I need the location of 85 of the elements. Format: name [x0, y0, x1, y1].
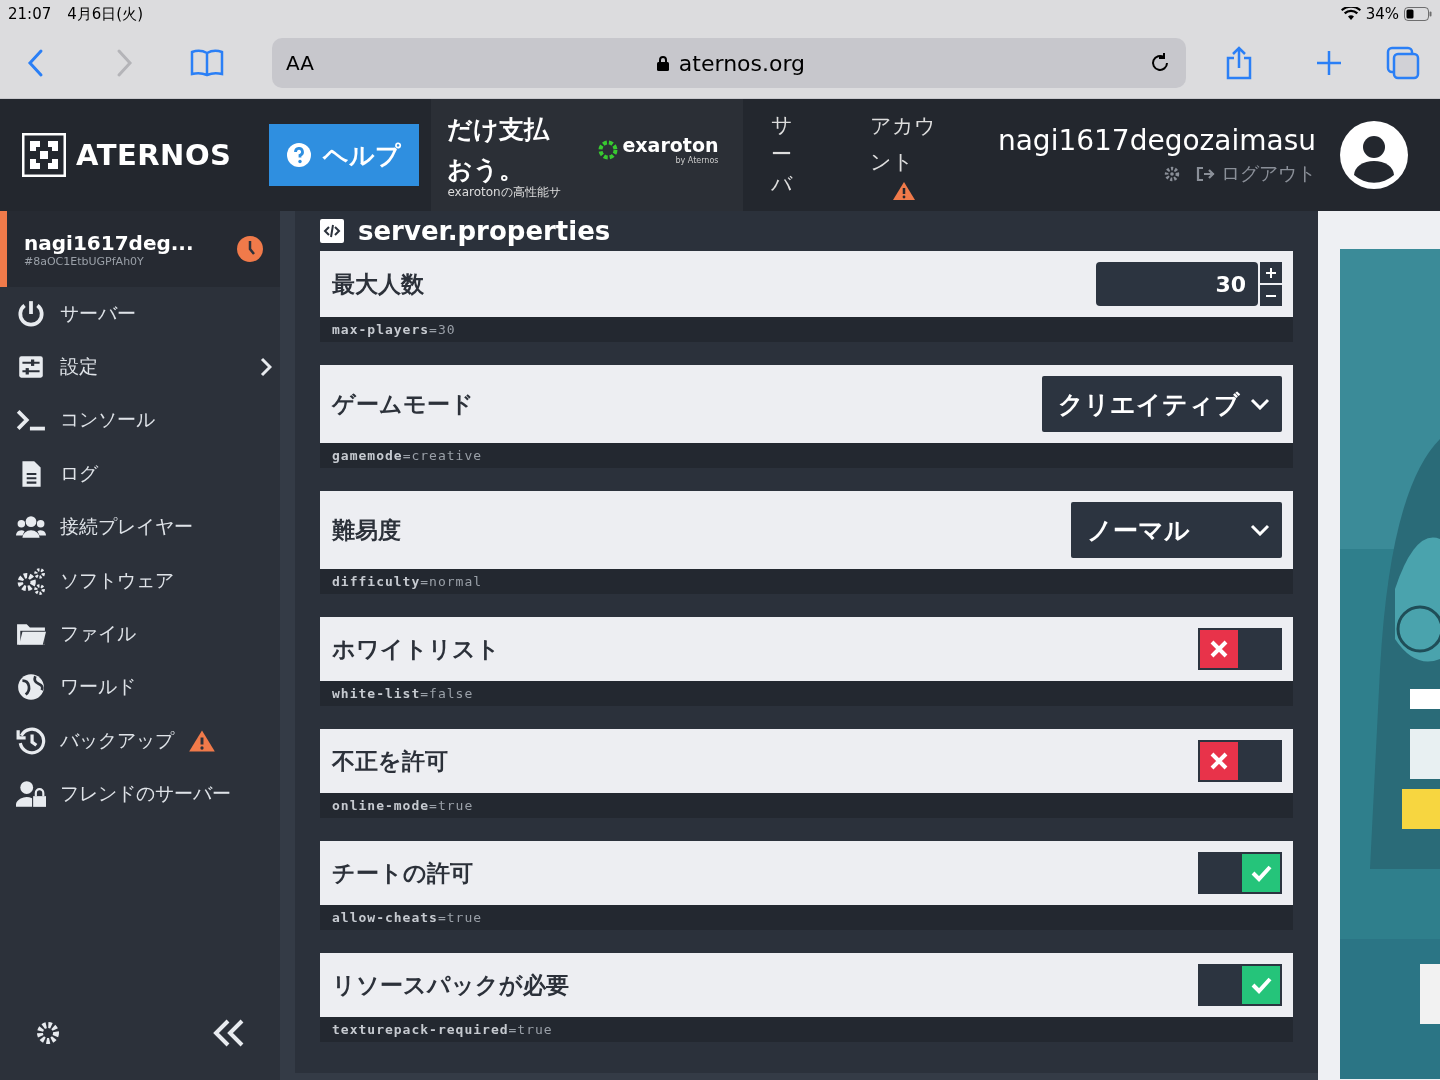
address-bar[interactable]: AA aternos.org — [272, 38, 1186, 88]
number-field[interactable]: 30 — [1096, 262, 1258, 306]
code-icon — [320, 219, 344, 243]
chevron-right-icon — [260, 357, 272, 378]
property-label: 最大人数 — [332, 269, 424, 299]
chevron-down-icon — [1250, 524, 1270, 536]
history-icon — [16, 725, 46, 756]
logout-link[interactable]: ログアウト — [1195, 160, 1316, 187]
logo-icon — [22, 133, 66, 177]
header-ad[interactable]: だけ支払おう。 exaroton by Aternos exarotonの高性能サ — [431, 99, 744, 211]
dropdown[interactable]: ノーマル — [1071, 502, 1282, 558]
sidebar-item[interactable]: ワールド — [0, 660, 280, 715]
ad-caption: exarotonの高性能サ — [447, 183, 562, 201]
wifi-icon — [1340, 7, 1361, 21]
property-key: allow-cheats=true — [320, 905, 1293, 930]
sidebar-item[interactable]: コンソール — [0, 393, 280, 448]
warning-icon — [188, 728, 216, 753]
plus-icon — [1265, 266, 1277, 279]
nav-link[interactable]: アカウント — [870, 109, 938, 181]
plus-icon[interactable] — [1316, 50, 1342, 76]
share-icon[interactable] — [1224, 46, 1254, 80]
logout-icon — [1195, 164, 1215, 183]
property-key: white-list=false — [320, 681, 1293, 706]
url-text: aternos.org — [678, 50, 806, 76]
question-icon — [287, 143, 312, 167]
brand-tagline: by Aternos — [675, 156, 719, 165]
clock-icon — [236, 235, 264, 263]
sidebar-item[interactable]: ファイル — [0, 607, 280, 661]
property-key: texturepack-required=true — [320, 1017, 1293, 1042]
property-key: online-mode=true — [320, 793, 1293, 818]
property-label: 不正を許可 — [332, 746, 448, 776]
property-label: ホワイトリスト — [332, 634, 500, 664]
property-label: ゲームモード — [332, 389, 474, 419]
logo-text: ATERNOS — [76, 138, 232, 172]
decrement-button[interactable] — [1260, 285, 1282, 306]
property-key: max-players=30 — [320, 317, 1293, 342]
toggle-switch[interactable] — [1198, 852, 1282, 894]
property-key: gamemode=creative — [320, 443, 1293, 468]
property-key: difficulty=normal — [320, 569, 1293, 594]
settings-icon[interactable] — [1163, 164, 1181, 183]
server-name: nagi1617deg... — [24, 230, 194, 255]
status-date: 4月6日(火) — [67, 4, 144, 24]
sidebar-item[interactable]: サーバー — [0, 287, 280, 341]
avatar-icon[interactable] — [1340, 121, 1408, 189]
battery-icon — [1404, 7, 1432, 21]
section-title: server.properties — [358, 216, 611, 246]
lock-icon — [656, 55, 669, 71]
server-card[interactable]: nagi1617deg... #8aOC1EtbUGPfAh0Y — [0, 211, 280, 287]
toggle-switch[interactable] — [1198, 628, 1282, 670]
server-id: #8aOC1EtbUGPfAh0Y — [24, 254, 145, 268]
toggle-switch[interactable] — [1198, 964, 1282, 1006]
sidebar-item[interactable]: フレンドのサーバー — [0, 767, 280, 821]
battery-percent: 34% — [1365, 5, 1399, 23]
nav-link[interactable]: サーバ — [771, 110, 793, 200]
sidebar-item[interactable]: ソフトウェア — [0, 553, 280, 608]
dropdown[interactable]: クリエイティブ — [1042, 376, 1282, 432]
toggle-switch[interactable] — [1198, 740, 1282, 782]
gears-icon — [16, 565, 46, 596]
sidebar-item[interactable]: バックアップ — [0, 714, 280, 768]
increment-button[interactable] — [1260, 262, 1282, 283]
check-icon — [1242, 854, 1280, 892]
power-icon — [16, 298, 46, 329]
exaroton-logo-icon — [597, 138, 620, 161]
property-label: リソースパックが必要 — [332, 970, 569, 1000]
sidebar-item[interactable]: 接続プレイヤー — [0, 500, 280, 554]
status-time: 21:07 — [8, 4, 52, 24]
globe-icon — [16, 672, 46, 703]
cross-icon — [1200, 742, 1238, 780]
warning-icon — [891, 180, 918, 201]
sidebar-item[interactable]: 設定 — [0, 340, 280, 394]
username[interactable]: nagi1617degozaimasu — [997, 123, 1316, 157]
check-icon — [1242, 966, 1280, 1004]
user-lock-icon — [16, 779, 46, 810]
cross-icon — [1200, 630, 1238, 668]
chevron-down-icon — [1250, 398, 1270, 410]
property-label: 難易度 — [332, 515, 401, 545]
text-size-button[interactable]: AA — [286, 51, 314, 75]
book-icon[interactable] — [190, 49, 224, 77]
tabs-icon[interactable] — [1386, 46, 1420, 80]
property-label: チートの許可 — [332, 858, 473, 888]
sidebar-item[interactable]: ログ — [0, 447, 280, 501]
settings-icon[interactable] — [34, 1019, 62, 1047]
ad-headline: だけ支払おう。 — [447, 113, 551, 186]
collapse-icon[interactable] — [212, 1018, 246, 1048]
brand-name: exaroton — [622, 134, 719, 156]
